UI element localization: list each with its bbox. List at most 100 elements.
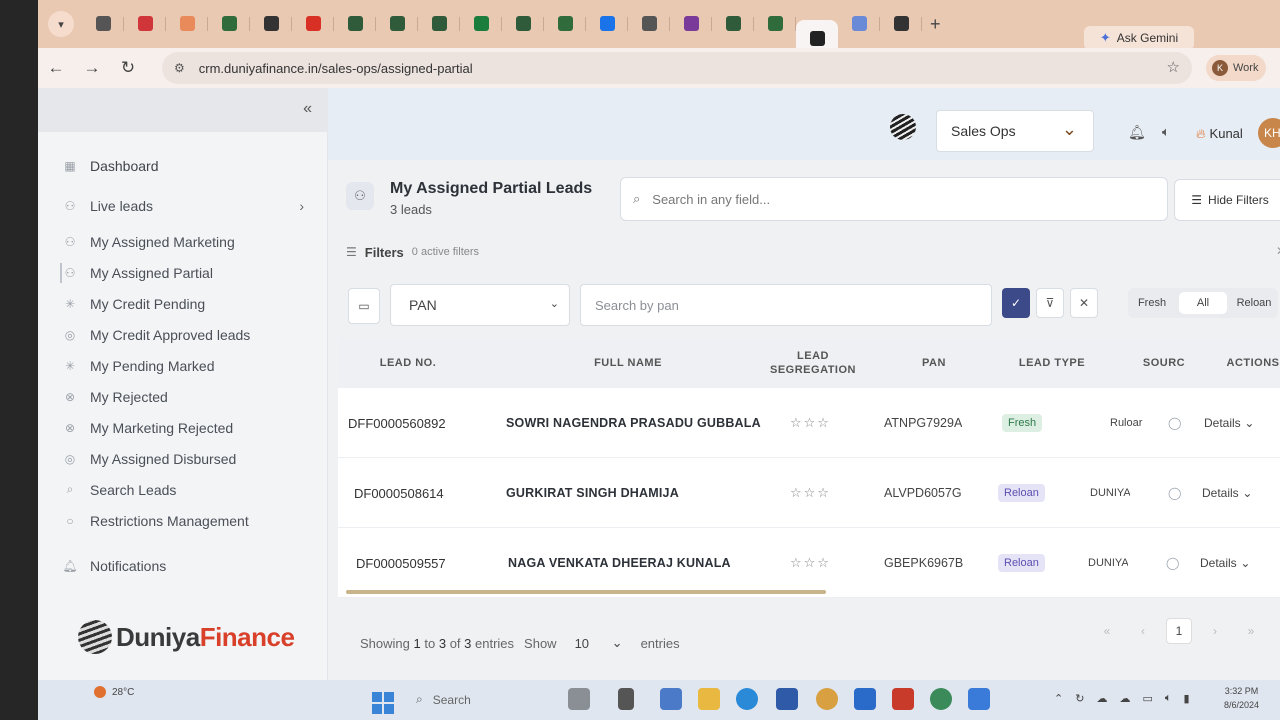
segregation-stars[interactable]: ☆☆☆ (790, 458, 831, 528)
browser-tab[interactable] (208, 8, 250, 38)
sidebar-item-pending-marked[interactable]: ✳ My Pending Marked (62, 350, 312, 381)
volume-icon[interactable]: 🔈︎ (1165, 692, 1172, 705)
segregation-stars[interactable]: ☆☆☆ (790, 388, 831, 458)
sidebar-item-credit-pending[interactable]: ✳ My Credit Pending (62, 288, 312, 319)
folder-icon[interactable] (698, 688, 720, 710)
horizontal-scrollbar[interactable] (346, 590, 826, 594)
hide-filters-button[interactable]: ☰ Hide Filters (1174, 179, 1280, 221)
filter-field-select[interactable]: PAN ⌄ (390, 284, 570, 326)
app-icon-5[interactable] (968, 688, 990, 710)
system-clock[interactable]: 3:32 PM 8/6/2024 (1224, 684, 1259, 712)
sidebar-item-assigned-disbursed[interactable]: ◎ My Assigned Disbursed (62, 443, 312, 474)
table-row[interactable]: DF0000508614 GURKIRAT SINGH DHAMIJA ☆☆☆ … (338, 458, 1280, 528)
last-page-icon[interactable]: » (1238, 618, 1264, 644)
sidebar-item-search-leads[interactable]: ⌕ Search Leads (62, 474, 312, 505)
browser-tab[interactable] (460, 8, 502, 38)
lead-number[interactable]: DFF0000560892 (348, 388, 446, 458)
header-pan[interactable]: PAN (904, 338, 964, 388)
wps-icon[interactable] (892, 688, 914, 710)
lead-number[interactable]: DF0000508614 (354, 458, 444, 528)
sidebar-item-rejected[interactable]: ⊗ My Rejected (62, 381, 312, 412)
sidebar-item-live-leads[interactable]: ⚇ Live leads › (62, 186, 312, 226)
monitor-icon[interactable]: ▭ (1142, 692, 1152, 705)
chrome-icon[interactable] (816, 688, 838, 710)
sync-icon[interactable]: ↻ (1075, 692, 1084, 705)
browser-tab[interactable] (586, 8, 628, 38)
app-icon-2[interactable] (660, 688, 682, 710)
cloud-icon[interactable]: ☁ (1096, 692, 1107, 705)
app-icon-4[interactable] (854, 688, 876, 710)
header-lead-no[interactable]: LEAD NO. (368, 338, 448, 388)
tab-search-chevron-icon[interactable]: ▾ (48, 11, 74, 37)
back-arrow-icon[interactable]: ← (38, 53, 74, 83)
role-select[interactable]: Sales Ops ⌄ (936, 110, 1094, 152)
funnel-icon[interactable]: ⊽ (1036, 288, 1064, 318)
site-settings-icon[interactable]: ⚙ (174, 61, 185, 75)
edge-browser-icon[interactable] (736, 688, 758, 710)
browser-tab[interactable] (628, 8, 670, 38)
speaker-icon[interactable]: 🔈︎ (1162, 124, 1170, 140)
close-filters-icon[interactable]: ✕ (1276, 244, 1280, 258)
windows-start-icon[interactable] (372, 692, 394, 714)
file-icon[interactable] (618, 688, 634, 710)
apply-filter-check-icon[interactable]: ✓ (1002, 288, 1030, 318)
browser-tab[interactable] (418, 8, 460, 38)
lead-number[interactable]: DF0000509557 (356, 528, 446, 598)
bookmark-star-icon[interactable]: ☆ (1167, 58, 1180, 76)
taskbar-search[interactable]: ⌕ Search (416, 692, 471, 707)
profile-button[interactable]: K Work (1206, 55, 1266, 81)
browser-tab[interactable] (124, 8, 166, 38)
browser-tab[interactable] (502, 8, 544, 38)
sidebar-item-marketing-rejected[interactable]: ⊗ My Marketing Rejected (62, 412, 312, 443)
comment-icon[interactable]: ◯ (1166, 528, 1179, 598)
collapse-chevrons-icon[interactable]: « (303, 100, 312, 118)
segment-fresh[interactable]: Fresh (1128, 297, 1176, 309)
segregation-stars[interactable]: ☆☆☆ (790, 528, 831, 598)
chevron-up-icon[interactable]: ⌃ (1054, 692, 1063, 705)
user-avatar[interactable]: KH (1258, 118, 1280, 148)
sidebar-item-credit-approved[interactable]: ◎ My Credit Approved leads (62, 319, 312, 350)
header-lead-segregation[interactable]: LEAD SEGREGATION (758, 338, 868, 388)
sidebar-item-dashboard[interactable]: ▦ Dashboard (62, 146, 312, 186)
comment-icon[interactable]: ◯ (1168, 388, 1181, 458)
next-page-icon[interactable]: › (1202, 618, 1228, 644)
page-number[interactable]: 1 (1166, 618, 1192, 644)
details-dropdown[interactable]: Details ⌄ (1202, 458, 1252, 528)
table-row[interactable]: DFF0000560892 SOWRI NAGENDRA PRASADU GUB… (338, 388, 1280, 458)
app-icon-1[interactable] (568, 688, 590, 710)
pan-search-input[interactable]: Search by pan (580, 284, 992, 326)
browser-tab[interactable] (82, 8, 124, 38)
user-name[interactable]: 🔥︎ Kunal (1196, 126, 1243, 142)
forward-arrow-icon[interactable]: → (74, 53, 110, 83)
browser-tab[interactable] (544, 8, 586, 38)
clear-filter-icon[interactable]: ✕ (1070, 288, 1098, 318)
weather-widget[interactable]: 28°C (94, 686, 134, 698)
header-lead-type[interactable]: LEAD TYPE (1012, 338, 1092, 388)
segment-reloan[interactable]: Reloan (1230, 297, 1278, 309)
table-row[interactable]: DF0000509557 NAGA VENKATA DHEERAJ KUNALA… (338, 528, 1280, 598)
browser-tab[interactable] (334, 8, 376, 38)
browser-tab[interactable] (376, 8, 418, 38)
browser-tab[interactable] (670, 8, 712, 38)
segment-all[interactable]: All (1179, 292, 1227, 314)
browser-tab[interactable] (166, 8, 208, 38)
sidebar-item-restrictions[interactable]: ○ Restrictions Management (62, 505, 312, 536)
new-tab-plus-icon[interactable]: + (930, 14, 941, 35)
comment-icon[interactable]: ◯ (1168, 458, 1181, 528)
notification-bell-icon[interactable]: 🔔︎ (1128, 124, 1146, 141)
header-source[interactable]: SOURC (1134, 338, 1194, 388)
sidebar-item-assigned-marketing[interactable]: ⚇ My Assigned Marketing (62, 226, 312, 257)
details-dropdown[interactable]: Details ⌄ (1204, 388, 1254, 458)
browser-tab[interactable] (292, 8, 334, 38)
first-page-icon[interactable]: « (1094, 618, 1120, 644)
header-full-name[interactable]: FULL NAME (568, 338, 688, 388)
details-dropdown[interactable]: Details ⌄ (1200, 528, 1250, 598)
app-icon-3[interactable] (776, 688, 798, 710)
chrome-profile-icon[interactable] (930, 688, 952, 710)
address-bar[interactable]: ⚙ crm.duniyafinance.in/sales-ops/assigne… (162, 52, 1192, 84)
browser-tab[interactable] (838, 8, 880, 38)
browser-tab[interactable] (880, 8, 922, 38)
global-search-input[interactable]: ⌕ Search in any field... (620, 177, 1168, 221)
battery-icon[interactable]: ▮ (1183, 692, 1189, 705)
browser-tab[interactable] (754, 8, 796, 38)
